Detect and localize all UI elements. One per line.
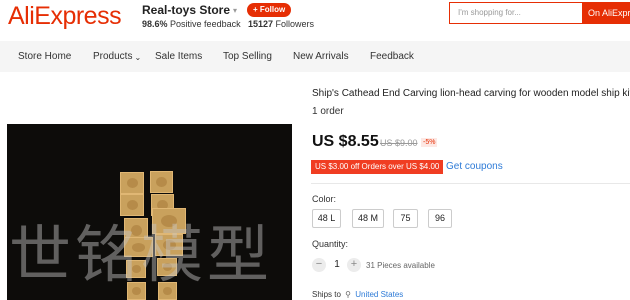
original-price: US $9.00 bbox=[380, 138, 418, 148]
color-label: Color: bbox=[312, 194, 337, 204]
available-pieces: 31 Pieces available bbox=[366, 261, 435, 270]
get-coupons-link[interactable]: Get coupons bbox=[446, 161, 503, 172]
followers-number: 15127 bbox=[248, 19, 274, 29]
coupon-badge: US $3.00 off Orders over US $4.00 bbox=[311, 160, 444, 174]
option-48-l[interactable]: 48 L bbox=[312, 209, 341, 228]
carving-piece bbox=[152, 208, 186, 234]
divider bbox=[311, 183, 630, 184]
quantity-value[interactable]: 1 bbox=[333, 259, 341, 270]
followers-count: 15127 Followers bbox=[248, 19, 314, 29]
store-name-label[interactable]: Real-toys Store bbox=[142, 3, 230, 17]
feedback-text: Positive feedback bbox=[170, 19, 241, 29]
product-title: Ship's Cathead End Carving lion-head car… bbox=[312, 88, 630, 99]
carving-piece bbox=[120, 194, 144, 216]
carving-piece bbox=[150, 171, 173, 193]
order-count: 1 order bbox=[312, 106, 344, 117]
carving-piece bbox=[120, 172, 144, 194]
nav-store-home[interactable]: Store Home bbox=[18, 41, 71, 72]
nav-top-selling[interactable]: Top Selling bbox=[223, 41, 272, 72]
carving-piece bbox=[126, 260, 146, 278]
chevron-down-icon[interactable]: ⌄ bbox=[134, 42, 141, 73]
followers-text: Followers bbox=[275, 19, 315, 29]
carving-piece bbox=[124, 237, 153, 257]
carving-piece bbox=[158, 282, 177, 300]
aliexpress-logo[interactable]: AliExpress bbox=[8, 2, 122, 31]
nav-new-arrivals[interactable]: New Arrivals bbox=[293, 41, 349, 72]
option-75[interactable]: 75 bbox=[393, 209, 418, 228]
option-96[interactable]: 96 bbox=[428, 209, 452, 228]
carving-piece bbox=[155, 234, 183, 256]
caret-down-icon[interactable]: ▾ bbox=[233, 6, 237, 15]
nav-products[interactable]: Products ⌄ bbox=[93, 41, 141, 72]
search-input[interactable] bbox=[450, 3, 582, 22]
feedback-percent: 98.6% bbox=[142, 19, 168, 29]
search-bar: On AliExpress bbox=[449, 1, 630, 24]
nav-feedback[interactable]: Feedback bbox=[370, 41, 414, 72]
quantity-increase-button[interactable]: + bbox=[347, 258, 361, 272]
ships-to: Ships to ⚲ United States bbox=[312, 290, 403, 299]
carving-piece bbox=[157, 258, 177, 276]
carving-piece bbox=[127, 282, 146, 300]
discount-badge: -5% bbox=[421, 138, 438, 147]
nav-products-label[interactable]: Products bbox=[93, 51, 132, 62]
quantity-label: Quantity: bbox=[312, 239, 349, 249]
store-feedback: 98.6% Positive feedback bbox=[142, 19, 241, 29]
store-nav: Store Home Products ⌄ Sale Items Top Sell… bbox=[0, 41, 630, 72]
ships-to-country[interactable]: United States bbox=[355, 290, 403, 299]
quantity-decrease-button[interactable]: − bbox=[312, 258, 326, 272]
follow-button[interactable]: + Follow bbox=[247, 3, 292, 17]
header: AliExpress Real-toys Store ▾ 98.6% Positi… bbox=[0, 0, 630, 40]
ships-to-label: Ships to bbox=[312, 290, 341, 299]
nav-sale-items[interactable]: Sale Items bbox=[155, 41, 202, 72]
product-image[interactable]: 世铭模型 bbox=[7, 124, 292, 300]
current-price: US $8.55 bbox=[312, 133, 379, 150]
search-button[interactable]: On AliExpress bbox=[582, 1, 630, 24]
option-48-m[interactable]: 48 M bbox=[352, 209, 384, 228]
location-pin-icon: ⚲ bbox=[345, 290, 351, 299]
store-name[interactable]: Real-toys Store ▾ bbox=[142, 3, 237, 17]
